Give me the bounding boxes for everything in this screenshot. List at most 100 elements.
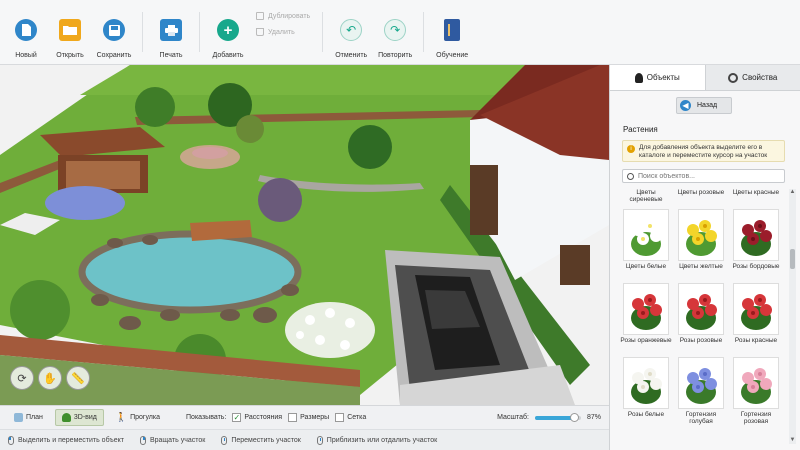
mouse-middle-icon: [221, 435, 228, 445]
objects-icon: [634, 72, 643, 83]
book-icon: [444, 19, 461, 41]
info-hint-text: Для добавления объекта выделите его в ка…: [639, 144, 768, 159]
search-input[interactable]: [638, 172, 778, 180]
catalog-item[interactable]: Цветы белые: [620, 209, 672, 281]
viewport-tools: ⟳ ✋ 📏: [10, 366, 90, 390]
catalog-item-label: Розы красные: [734, 337, 778, 344]
hint-rotate-text: Вращать участок: [149, 436, 206, 444]
save-label: Сохранить: [96, 52, 132, 59]
mouse-left-icon: [8, 435, 14, 445]
tab-3d-view-label: 3D-вид: [73, 414, 97, 421]
objects-panel: Объекты Свойства ◀ Назад Растения i Для …: [609, 65, 800, 450]
search-box[interactable]: [622, 169, 785, 183]
catalog-item-label[interactable]: Цветы сиреневые: [620, 189, 672, 209]
back-label: Назад: [697, 102, 718, 109]
new-button[interactable]: Новый: [4, 0, 48, 64]
tab-walk[interactable]: 🚶 Прогулка: [110, 409, 166, 426]
delete-label: Удалить: [268, 28, 295, 36]
tree-icon: [61, 413, 71, 422]
panel-tabs: Объекты Свойства: [610, 65, 800, 91]
scale-slider[interactable]: [534, 412, 581, 422]
catalog-item-label: Розы оранжевые: [620, 337, 672, 344]
toolbar-divider: [322, 12, 324, 52]
learn-button[interactable]: Обучение: [430, 0, 474, 64]
plant-thumbnail[interactable]: [678, 357, 724, 409]
catalog-item-label: Цветы белые: [625, 263, 667, 270]
plant-thumbnail[interactable]: [678, 209, 724, 261]
scrollbar-thumb[interactable]: [790, 249, 795, 269]
catalog-item[interactable]: Розы бордовые: [730, 209, 782, 281]
catalog-item[interactable]: Розы красные: [730, 283, 782, 355]
checkbox-checked-icon: ✓: [232, 412, 242, 422]
open-label: Открыть: [56, 52, 84, 59]
info-hint: i Для добавления объекта выделите его в …: [622, 140, 785, 162]
plant-thumbnail[interactable]: [678, 283, 724, 335]
scale-value: 87%: [586, 414, 601, 421]
grid-checkbox[interactable]: Сетка: [335, 413, 366, 422]
search-icon: [627, 172, 634, 180]
catalog-item-label[interactable]: Цветы красные: [730, 189, 782, 209]
save-button[interactable]: Сохранить: [92, 0, 136, 64]
catalog-item[interactable]: Розы белые: [620, 357, 672, 429]
redo-button[interactable]: ↷ Повторить: [373, 0, 417, 64]
hint-zoom: Приблизить или отдалить участок: [316, 435, 437, 445]
undo-icon: ↶: [340, 19, 363, 41]
catalog-item-label[interactable]: Цветы розовые: [675, 189, 727, 209]
scroll-down-icon[interactable]: ▼: [789, 437, 796, 444]
checkbox-empty-icon: [288, 413, 298, 422]
plant-thumbnail[interactable]: [623, 209, 669, 261]
plant-thumbnail[interactable]: [733, 357, 779, 409]
rotate-view-icon[interactable]: ⟳: [10, 366, 34, 390]
edit-group: Дублировать Удалить: [250, 4, 316, 44]
scale-slider-handle[interactable]: [570, 412, 579, 422]
tab-objects[interactable]: Объекты: [610, 65, 705, 90]
back-button[interactable]: ◀ Назад: [676, 97, 732, 114]
arrow-left-icon: ◀: [680, 100, 691, 111]
catalog-item-label: Розы белые: [627, 411, 665, 418]
tab-plan[interactable]: План: [8, 410, 49, 425]
pan-hand-icon[interactable]: ✋: [38, 366, 62, 390]
add-button[interactable]: + Добавить: [206, 0, 250, 64]
trash-icon: [256, 28, 264, 36]
status-bar: Выделить и переместить объект Вращать уч…: [0, 429, 609, 450]
catalog-item[interactable]: Розы розовые: [675, 283, 727, 355]
scroll-up-icon[interactable]: ▲: [789, 189, 796, 196]
main-toolbar: Новый Открыть Сохранить Печать + Добавит…: [0, 0, 800, 65]
redo-label: Повторить: [378, 52, 413, 59]
distances-checkbox[interactable]: ✓ Расстояния: [232, 413, 282, 422]
catalog-item[interactable]: Гортензия голубая: [675, 357, 727, 429]
catalog-item[interactable]: Гортензия розовая: [730, 357, 782, 429]
open-button[interactable]: Открыть: [48, 0, 92, 64]
tab-objects-label: Объекты: [646, 73, 680, 82]
mouse-right-icon: [139, 435, 146, 445]
undo-button[interactable]: ↶ Отменить: [329, 0, 373, 64]
plant-thumbnail[interactable]: [733, 209, 779, 261]
save-disk-icon: [103, 19, 125, 41]
hint-rotate: Вращать участок: [139, 435, 206, 445]
checkbox-empty-icon: [335, 413, 345, 422]
new-document-icon: [15, 19, 37, 41]
plant-thumbnail[interactable]: [623, 357, 669, 409]
duplicate-icon: [256, 12, 264, 20]
duplicate-button[interactable]: Дублировать: [256, 12, 310, 20]
toolbar-divider: [199, 12, 200, 52]
print-button[interactable]: Печать: [149, 0, 193, 64]
plant-thumbnail[interactable]: [733, 283, 779, 335]
tab-walk-label: Прогулка: [130, 414, 161, 421]
printer-icon: [160, 19, 182, 41]
catalog-item-label: Цветы желтые: [679, 263, 723, 270]
sizes-checkbox[interactable]: Размеры: [288, 413, 329, 422]
new-label: Новый: [15, 52, 37, 59]
tab-3d-view[interactable]: 3D-вид: [54, 409, 104, 426]
catalog-item[interactable]: Цветы желтые: [675, 209, 727, 281]
category-title: Растения: [623, 125, 658, 134]
delete-button[interactable]: Удалить: [256, 28, 310, 36]
tab-plan-label: План: [26, 414, 43, 421]
ruler-icon[interactable]: 📏: [66, 366, 90, 390]
info-icon: i: [627, 145, 635, 153]
tab-properties[interactable]: Свойства: [704, 65, 800, 90]
catalog-scrollbar[interactable]: ▲ ▼: [789, 189, 796, 444]
plant-thumbnail[interactable]: [623, 283, 669, 335]
catalog-item[interactable]: Розы оранжевые: [620, 283, 672, 355]
garden-3d-viewport[interactable]: ⟳ ✋ 📏: [0, 65, 609, 405]
